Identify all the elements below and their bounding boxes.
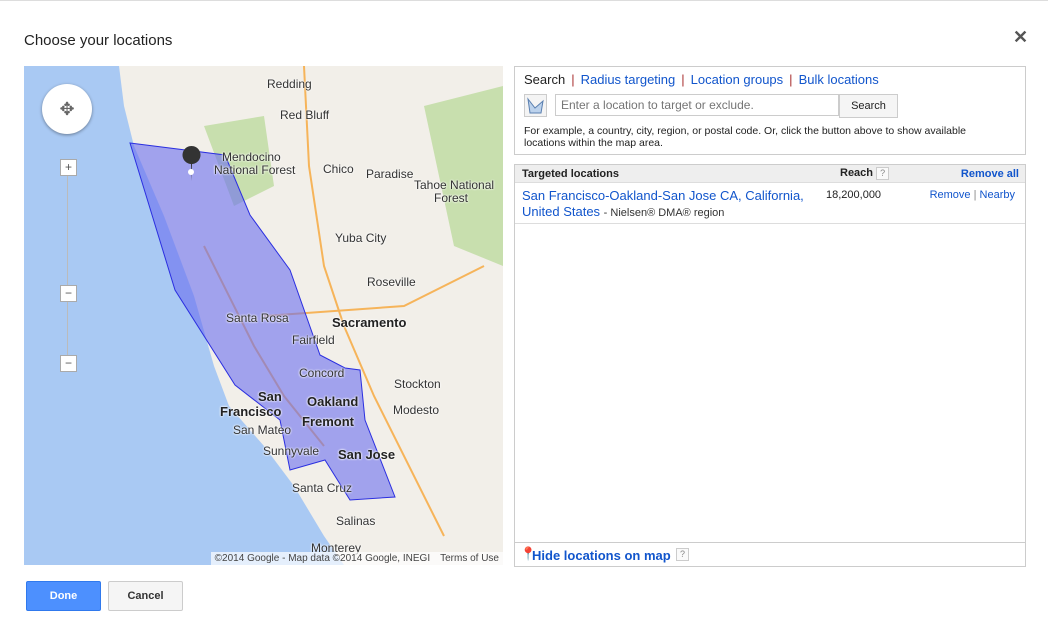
city-label: Salinas bbox=[336, 514, 376, 528]
tab-search[interactable]: Search bbox=[524, 72, 565, 87]
tab-radius-targeting[interactable]: Radius targeting bbox=[581, 72, 676, 87]
dialog-title: Choose your locations bbox=[24, 32, 173, 49]
close-icon[interactable]: ✕ bbox=[1013, 27, 1028, 48]
nearby-link[interactable]: Nearby bbox=[980, 189, 1015, 201]
cancel-button[interactable]: Cancel bbox=[108, 581, 183, 611]
zoom-out-button[interactable]: − bbox=[60, 355, 77, 372]
help-icon[interactable]: ? bbox=[676, 548, 689, 561]
done-button[interactable]: Done bbox=[26, 581, 101, 611]
city-label: Paradise bbox=[366, 167, 414, 181]
city-label: Mendocino bbox=[222, 150, 281, 164]
map[interactable]: Redding Red Bluff Mendocino National Forest… bbox=[24, 66, 503, 565]
search-panel: Search | Radius targeting | Location groups |… bbox=[514, 66, 1026, 155]
table-row: San Francisco-Oakland-San Jose CA, Calif… bbox=[515, 183, 1025, 224]
green-area bbox=[424, 86, 503, 266]
city-label: Oakland bbox=[307, 394, 359, 409]
remove-all-link[interactable]: Remove all bbox=[961, 168, 1019, 180]
reach-value: 18,200,000 bbox=[826, 189, 882, 201]
map-attribution: ©2014 Google - Map data ©2014 Google, IN… bbox=[210, 552, 503, 565]
city-label: Redding bbox=[267, 77, 312, 91]
remove-link[interactable]: Remove bbox=[930, 189, 971, 201]
pan-control[interactable]: ✥ bbox=[42, 84, 92, 134]
city-label: Roseville bbox=[367, 275, 416, 289]
tabs: Search | Radius targeting | Location groups |… bbox=[524, 72, 879, 87]
city-label: Stockton bbox=[394, 377, 441, 391]
city-label: San bbox=[258, 389, 282, 404]
location-search-input[interactable] bbox=[555, 94, 839, 116]
help-icon[interactable]: ? bbox=[876, 167, 890, 180]
city-label: Forest bbox=[434, 191, 469, 205]
city-label: Sacramento bbox=[332, 315, 407, 330]
zoom-slider-track[interactable] bbox=[67, 166, 68, 366]
search-hint: For example, a country, city, region, or… bbox=[524, 125, 967, 149]
top-border bbox=[0, 0, 1048, 1]
city-label: Red Bluff bbox=[280, 108, 330, 122]
city-label: Modesto bbox=[393, 403, 440, 417]
hide-map-row: 📍 Hide locations on map ? bbox=[515, 542, 1025, 566]
city-label: Francisco bbox=[220, 404, 282, 419]
city-label: Fremont bbox=[302, 414, 354, 429]
city-label: National Forest bbox=[214, 163, 296, 177]
city-label: Fairfield bbox=[292, 333, 335, 347]
tab-bulk-locations[interactable]: Bulk locations bbox=[799, 72, 879, 87]
map-area-button[interactable] bbox=[524, 94, 547, 117]
city-label: Chico bbox=[323, 162, 354, 176]
zoom-in-button[interactable]: + bbox=[60, 159, 77, 176]
terms-link[interactable]: Terms of Use bbox=[440, 553, 499, 564]
zoom-slider-handle[interactable]: − bbox=[60, 285, 77, 302]
reach-header: Reach ? bbox=[840, 167, 890, 180]
city-label: Santa Rosa bbox=[226, 311, 289, 325]
search-button[interactable]: Search bbox=[839, 94, 898, 118]
city-label: San Jose bbox=[338, 447, 396, 462]
tab-location-groups[interactable]: Location groups bbox=[691, 72, 784, 87]
city-label: Concord bbox=[299, 366, 345, 380]
location-type: - Nielsen® DMA® region bbox=[603, 207, 725, 219]
city-label: San Mateo bbox=[233, 423, 292, 437]
city-label: Tahoe National bbox=[414, 178, 495, 192]
city-label: Sunnyvale bbox=[263, 444, 320, 458]
hide-locations-link[interactable]: Hide locations on map bbox=[532, 548, 671, 563]
table-header: Targeted locations Reach ? Remove all bbox=[515, 165, 1025, 183]
polygon-icon bbox=[527, 97, 544, 114]
targeted-locations-panel: Targeted locations Reach ? Remove all Sa… bbox=[514, 164, 1026, 567]
city-label: Yuba City bbox=[335, 231, 387, 245]
city-label: Santa Cruz bbox=[292, 481, 353, 495]
